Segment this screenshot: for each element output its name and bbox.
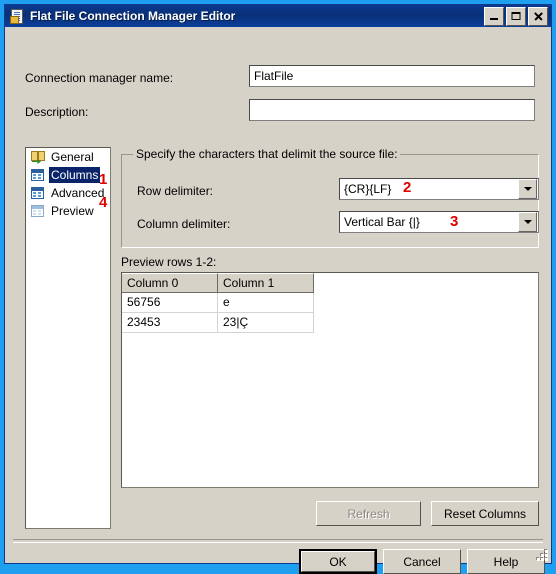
delimiters-groupbox <box>121 154 539 248</box>
preview-rows-label: Preview rows 1-2: <box>121 255 217 269</box>
preview-grid[interactable]: Column 0 Column 1 56756 e 23453 23|Ç <box>121 272 539 488</box>
description-label: Description: <box>25 105 89 119</box>
general-pages-icon <box>30 150 46 164</box>
annotation-marker-2: 2 <box>403 179 412 196</box>
connection-name-input[interactable]: FlatFile <box>249 65 535 87</box>
close-button[interactable] <box>528 6 548 26</box>
table-row[interactable]: 56756 e <box>122 293 538 313</box>
annotation-marker-4: 4 <box>99 194 108 211</box>
flat-file-connection-manager-editor-window: Flat File Connection Manager Editor Conn… <box>4 4 552 574</box>
column-header[interactable]: Column 1 <box>218 273 314 293</box>
refresh-button[interactable]: Refresh <box>316 501 421 526</box>
ok-button[interactable]: OK <box>299 549 377 574</box>
sidebar-item-general[interactable]: General <box>26 148 110 166</box>
dialog-client-area: Connection manager name: FlatFile Descri… <box>5 27 551 574</box>
columns-grid-icon <box>30 168 46 182</box>
sidebar-item-columns[interactable]: Columns <box>26 166 110 184</box>
chevron-down-icon[interactable] <box>518 212 537 232</box>
advanced-grid-icon <box>30 186 46 200</box>
annotation-marker-3: 3 <box>450 213 459 230</box>
window-controls <box>484 6 548 26</box>
sidebar-item-preview[interactable]: Preview <box>26 202 110 220</box>
cell: 23|Ç <box>218 313 314 333</box>
column-delimiter-label: Column delimiter: <box>137 217 231 231</box>
cell: 23453 <box>122 313 218 333</box>
sidebar-item-label: Advanced <box>51 186 105 200</box>
reset-columns-button[interactable]: Reset Columns <box>431 501 539 526</box>
sidebar-item-label: General <box>51 150 94 164</box>
help-button[interactable]: Help <box>467 549 545 574</box>
column-delimiter-combo[interactable]: Vertical Bar {|} <box>339 211 539 233</box>
column-header[interactable]: Column 0 <box>122 273 218 293</box>
minimize-button[interactable] <box>484 6 504 26</box>
chevron-down-icon[interactable] <box>518 179 537 199</box>
column-delimiter-value: Vertical Bar {|} <box>344 215 420 229</box>
resize-grip[interactable] <box>535 548 548 561</box>
table-row[interactable]: 23453 23|Ç <box>122 313 538 333</box>
preview-grid-icon <box>30 204 46 218</box>
row-delimiter-label: Row delimiter: <box>137 184 214 198</box>
annotation-marker-1: 1 <box>99 171 108 188</box>
preview-grid-header: Column 0 Column 1 <box>122 273 538 293</box>
delimiters-groupbox-title: Specify the characters that delimit the … <box>133 147 401 161</box>
titlebar[interactable]: Flat File Connection Manager Editor <box>5 5 551 27</box>
flat-file-document-icon <box>9 8 25 24</box>
cancel-button[interactable]: Cancel <box>383 549 461 574</box>
sidebar-item-advanced[interactable]: Advanced <box>26 184 110 202</box>
maximize-button[interactable] <box>506 6 526 26</box>
connection-name-label: Connection manager name: <box>25 71 174 85</box>
window-title: Flat File Connection Manager Editor <box>30 9 236 23</box>
cell: e <box>218 293 314 313</box>
footer-divider <box>13 539 543 543</box>
row-delimiter-value: {CR}{LF} <box>344 182 392 196</box>
ok-button-label: OK <box>301 551 375 572</box>
cell: 56756 <box>122 293 218 313</box>
row-delimiter-combo[interactable]: {CR}{LF} <box>339 178 539 200</box>
sidebar-item-label: Columns <box>49 167 101 183</box>
description-input[interactable] <box>249 99 535 121</box>
sidebar-item-label: Preview <box>51 204 94 218</box>
